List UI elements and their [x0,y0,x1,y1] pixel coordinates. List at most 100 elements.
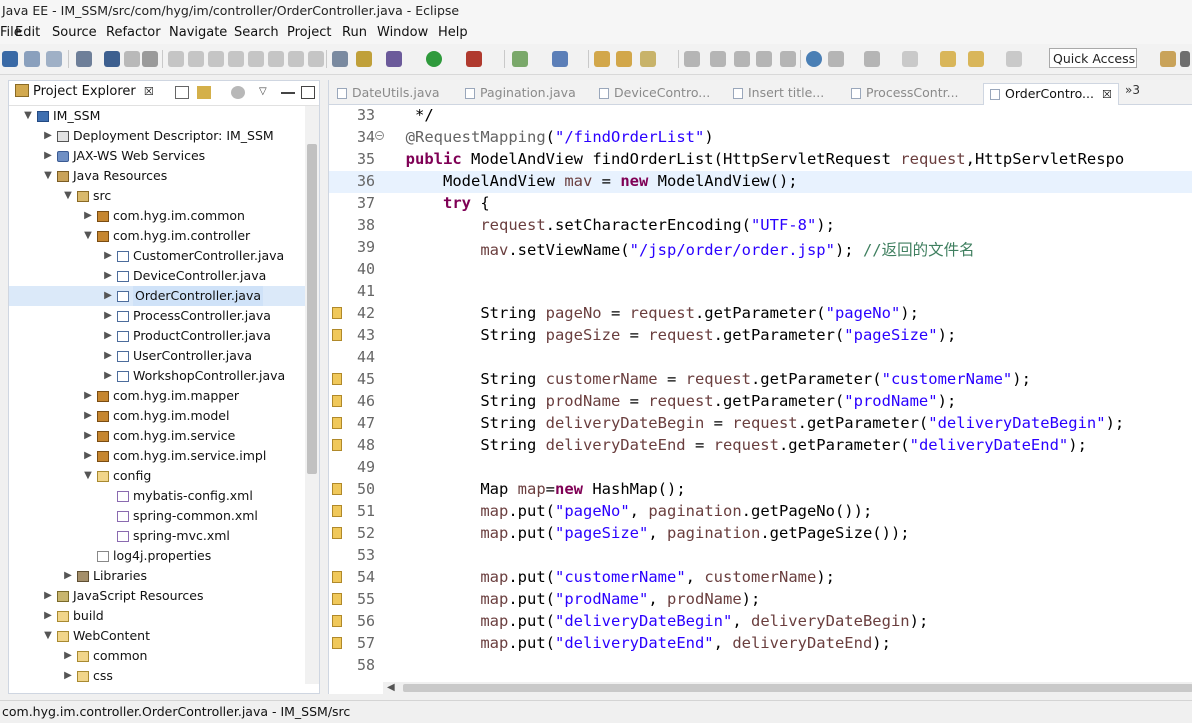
collapse-arrow-icon[interactable]: ▼ [83,466,93,486]
annotation-icon[interactable] [684,51,700,67]
toggle-breakpoint-icon[interactable] [142,51,158,67]
step-over-icon[interactable] [268,51,284,67]
editor-tab[interactable]: Pagination.java [465,83,576,104]
expand-arrow-icon[interactable]: ▶ [83,406,93,426]
new-dropdown-icon[interactable] [2,51,18,67]
code-line[interactable]: 51 map.put("pageNo", pagination.getPageN… [329,501,1192,523]
filters-icon[interactable] [231,86,245,99]
block-selection-icon[interactable] [734,51,750,67]
warning-marker-icon[interactable] [332,593,342,605]
editor-scrollbar-thumb[interactable] [403,684,1192,692]
tree-item[interactable]: log4j.properties [9,546,305,566]
binary-icon[interactable] [76,51,92,67]
tree-item[interactable]: mybatis-config.xml [9,486,305,506]
collapse-arrow-icon[interactable]: ▼ [43,166,53,186]
code-line[interactable]: 57 map.put("deliveryDateEnd", deliveryDa… [329,633,1192,655]
menu-edit[interactable]: Edit [15,25,40,40]
tree-scrollbar-thumb[interactable] [307,144,317,474]
terminate-icon[interactable] [208,51,224,67]
tree-item[interactable]: ▶ JavaScript Resources [9,586,305,606]
code-line[interactable]: 47 String deliveryDateBegin = request.ge… [329,413,1192,435]
collapse-arrow-icon[interactable]: ▼ [83,226,93,246]
expand-arrow-icon[interactable]: ▶ [103,266,113,286]
warning-marker-icon[interactable] [332,527,342,539]
save-all-icon[interactable] [46,51,62,67]
expand-arrow-icon[interactable]: ▶ [103,346,113,366]
link-with-editor-icon[interactable] [197,86,211,99]
tree-item[interactable]: ▶ com.hyg.im.service [9,426,305,446]
tree-item[interactable]: ▶ WorkshopController.java [9,366,305,386]
tree-item[interactable]: ▶ UserController.java [9,346,305,366]
save-icon[interactable] [24,51,40,67]
minimize-icon[interactable] [281,92,295,96]
previous-annotation-icon[interactable] [864,51,880,67]
new-class-icon[interactable] [552,51,568,67]
collapse-arrow-icon[interactable]: ▼ [23,106,33,126]
tree-item[interactable]: ▶ common [9,646,305,666]
menu-source[interactable]: Source [52,25,97,40]
expand-arrow-icon[interactable]: ▶ [63,646,73,666]
code-line[interactable]: 39 mav.setViewName("/jsp/order/order.jsp… [329,237,1192,259]
warning-marker-icon[interactable] [332,637,342,649]
tree-item[interactable]: ▶ com.hyg.im.mapper [9,386,305,406]
expand-arrow-icon[interactable]: ▶ [63,566,73,586]
console-icon[interactable] [104,51,120,67]
tree-item[interactable]: ▶ JAX-WS Web Services [9,146,305,166]
tree-item[interactable]: ▶ CustomerController.java [9,246,305,266]
search-dropdown-icon[interactable] [640,51,656,67]
tree-item[interactable]: ▶ build [9,606,305,626]
tree-item[interactable]: ▶ com.hyg.im.model [9,406,305,426]
tree-item[interactable]: ▶ css [9,666,305,684]
expand-arrow-icon[interactable]: ▶ [83,446,93,466]
expand-arrow-icon[interactable]: ▶ [43,586,53,606]
menu-search[interactable]: Search [234,25,279,40]
external-tools-icon[interactable] [466,51,482,67]
warning-marker-icon[interactable] [332,373,342,385]
code-line[interactable]: 41 [329,281,1192,303]
disconnect-icon[interactable] [228,51,244,67]
tree-item[interactable]: ▼ src [9,186,305,206]
tree-item[interactable]: ▶ OrderController.java [9,286,305,306]
open-perspective-icon[interactable] [1160,51,1176,67]
code-line[interactable]: 33 */ [329,105,1192,127]
globe-icon[interactable] [806,51,822,67]
warning-marker-icon[interactable] [332,417,342,429]
tree-item[interactable]: spring-common.xml [9,506,305,526]
scroll-left-icon[interactable]: ◀ [387,682,395,693]
expand-arrow-icon[interactable]: ▶ [103,306,113,326]
collapse-arrow-icon[interactable]: ▼ [63,186,73,206]
expand-arrow-icon[interactable]: ▶ [103,246,113,266]
forward-icon[interactable] [1006,51,1022,67]
show-whitespace-icon[interactable] [756,51,772,67]
expand-arrow-icon[interactable]: ▶ [103,286,113,306]
open-task-icon[interactable] [616,51,632,67]
code-line[interactable]: 43 String pageSize = request.getParamete… [329,325,1192,347]
editor-tab[interactable]: ProcessContr... [851,83,959,104]
menu-run[interactable]: Run [342,25,367,40]
menu-window[interactable]: Window [377,25,428,40]
code-line[interactable]: 34− @RequestMapping("/findOrderList") [329,127,1192,149]
back-icon[interactable] [940,51,956,67]
code-line[interactable]: 48 String deliveryDateEnd = request.getP… [329,435,1192,457]
run-icon[interactable] [426,51,442,67]
code-line[interactable]: 37 try { [329,193,1192,215]
tree-scrollbar[interactable] [305,106,319,684]
code-line[interactable]: 35 public ModelAndView findOrderList(Htt… [329,149,1192,171]
collapse-all-icon[interactable] [175,86,189,99]
warning-marker-icon[interactable] [332,505,342,517]
warning-marker-icon[interactable] [332,615,342,627]
code-line[interactable]: 36 ModelAndView mav = new ModelAndView()… [329,171,1192,193]
editor-tab[interactable]: Insert title... [733,83,824,104]
server-icon[interactable] [332,51,348,67]
tree-item[interactable]: ▶ DeviceController.java [9,266,305,286]
code-area[interactable]: 33 */34− @RequestMapping("/findOrderList… [329,105,1192,682]
code-line[interactable]: 56 map.put("deliveryDateBegin", delivery… [329,611,1192,633]
menu-help[interactable]: Help [438,25,468,40]
tree-item[interactable]: ▼ Java Resources [9,166,305,186]
tree-item[interactable]: ▶ com.hyg.im.common [9,206,305,226]
expand-arrow-icon[interactable]: ▶ [83,426,93,446]
tree-item[interactable]: ▶ Deployment Descriptor: IM_SSM [9,126,305,146]
suspend-icon[interactable] [188,51,204,67]
expand-arrow-icon[interactable]: ▶ [83,206,93,226]
pilcrow-icon[interactable] [780,51,796,67]
